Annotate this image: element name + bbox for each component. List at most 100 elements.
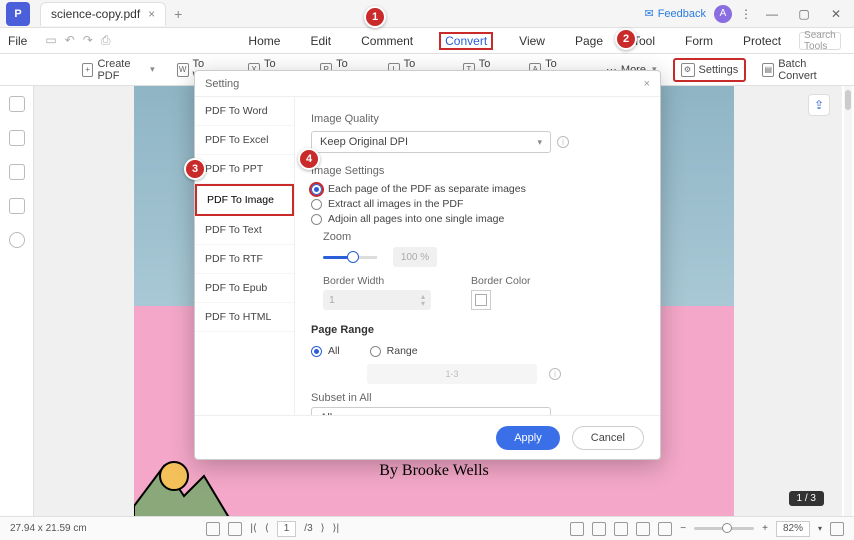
chevron-down-icon[interactable]: ▾	[818, 524, 822, 533]
left-rail	[0, 86, 34, 516]
create-pdf-label: Create PDF	[97, 58, 144, 82]
vertical-scrollbar[interactable]	[844, 86, 852, 516]
select-tool-icon[interactable]	[228, 522, 242, 536]
page-dimensions: 27.94 x 21.59 cm	[10, 523, 87, 534]
step-badge-4: 4	[298, 148, 320, 170]
hand-tool-icon[interactable]	[206, 522, 220, 536]
menu-view[interactable]: View	[515, 32, 549, 50]
menu-home[interactable]: Home	[244, 32, 284, 50]
file-menu[interactable]: File	[8, 34, 27, 48]
scrollbar-thumb[interactable]	[845, 90, 851, 110]
prev-page-button[interactable]: ⟨	[265, 523, 269, 534]
print-icon[interactable]: ⎙	[101, 33, 111, 48]
two-page-icon[interactable]	[636, 522, 650, 536]
menu-page[interactable]: Page	[571, 32, 607, 50]
image-quality-select[interactable]: Keep Original DPI ▾	[311, 131, 551, 153]
info-icon[interactable]: i	[557, 136, 569, 148]
minimize-button[interactable]: —	[760, 4, 784, 24]
share-button[interactable]: ⇪	[808, 94, 830, 116]
create-pdf-button[interactable]: +Create PDF▾	[76, 55, 161, 85]
document-tab[interactable]: science-copy.pdf ×	[40, 2, 166, 26]
attachments-icon[interactable]	[9, 164, 25, 180]
menu-edit[interactable]: Edit	[306, 32, 335, 50]
sidebar-pdf-to-html[interactable]: PDF To HTML	[195, 303, 294, 332]
radio-each-page[interactable]	[311, 184, 322, 195]
close-window-button[interactable]: ✕	[824, 4, 848, 24]
comments-icon[interactable]	[9, 198, 25, 214]
page-number-input[interactable]: 1	[277, 521, 297, 537]
radio-page-all[interactable]	[311, 346, 322, 357]
redo-icon[interactable]: ↷	[83, 33, 93, 48]
next-page-button[interactable]: ⟩	[321, 523, 325, 534]
sidebar-pdf-to-excel[interactable]: PDF To Excel	[195, 126, 294, 155]
main-menu: Home Edit Comment Convert View Page Tool…	[244, 32, 785, 50]
cancel-button[interactable]: Cancel	[572, 426, 644, 450]
chevron-down-icon: ▾	[537, 137, 542, 148]
batch-convert-button[interactable]: ▤Batch Convert	[756, 55, 842, 85]
step-badge-1: 1	[364, 6, 386, 28]
subset-select[interactable]: All pages ▾	[311, 407, 551, 415]
save-icon[interactable]: ▭	[45, 33, 56, 48]
opt-each-page-row[interactable]: Each page of the PDF as separate images	[311, 183, 644, 195]
menubar: File ▭ ↶ ↷ ⎙ Home Edit Comment Convert V…	[0, 28, 854, 54]
opt-extract-row[interactable]: Extract all images in the PDF	[311, 198, 644, 210]
fullscreen-icon[interactable]	[830, 522, 844, 536]
zoom-slider[interactable]	[323, 256, 377, 259]
continuous-icon[interactable]	[658, 522, 672, 536]
menu-comment[interactable]: Comment	[357, 32, 417, 50]
feedback-link[interactable]: ✉ Feedback	[644, 7, 706, 20]
zoom-value[interactable]: 100 %	[393, 247, 437, 267]
batch-convert-label: Batch Convert	[778, 58, 836, 82]
zoom-in-button[interactable]: +	[762, 523, 768, 534]
page-range-input[interactable]: 1-3	[367, 364, 537, 384]
border-color-picker[interactable]	[471, 290, 491, 310]
sidebar-pdf-to-ppt[interactable]: PDF To PPT	[195, 155, 294, 184]
border-width-input[interactable]: 1 ▴▾	[323, 290, 431, 310]
app-menu-icon[interactable]: ⋮	[740, 7, 752, 21]
radio-adjoin[interactable]	[311, 214, 322, 225]
settings-button[interactable]: ⚙Settings	[673, 58, 747, 82]
zoom-slider-status[interactable]	[694, 527, 754, 530]
search-rail-icon[interactable]	[9, 232, 25, 248]
menu-form[interactable]: Form	[681, 32, 717, 50]
feedback-label: Feedback	[658, 8, 706, 20]
sidebar-pdf-to-rtf[interactable]: PDF To RTF	[195, 245, 294, 274]
radio-extract[interactable]	[311, 199, 322, 210]
zoom-value-box[interactable]: 82%	[776, 521, 810, 537]
sidebar-pdf-to-text[interactable]: PDF To Text	[195, 216, 294, 245]
close-tab-icon[interactable]: ×	[148, 7, 155, 21]
info-icon[interactable]: i	[549, 368, 561, 380]
user-avatar[interactable]: A	[714, 5, 732, 23]
sidebar-pdf-to-word[interactable]: PDF To Word	[195, 97, 294, 126]
zoom-slider-thumb[interactable]	[347, 251, 359, 263]
maximize-button[interactable]: ▢	[792, 4, 816, 24]
zoom-slider-thumb[interactable]	[722, 523, 732, 533]
bookmarks-icon[interactable]	[9, 130, 25, 146]
opt-adjoin-row[interactable]: Adjoin all pages into one single image	[311, 213, 644, 225]
fit-width-icon[interactable]	[570, 522, 584, 536]
radio-page-range[interactable]	[370, 346, 381, 357]
menu-protect[interactable]: Protect	[739, 32, 785, 50]
apply-button[interactable]: Apply	[496, 426, 560, 450]
fit-page-icon[interactable]	[592, 522, 606, 536]
opt-each-page-label: Each page of the PDF as separate images	[328, 183, 526, 195]
page-range-all-row[interactable]: All	[311, 345, 340, 357]
first-page-button[interactable]: |⟨	[250, 523, 257, 534]
undo-icon[interactable]: ↶	[65, 33, 75, 48]
thumbnails-icon[interactable]	[9, 96, 25, 112]
sidebar-pdf-to-epub[interactable]: PDF To Epub	[195, 274, 294, 303]
sidebar-pdf-to-image[interactable]: PDF To Image	[195, 184, 294, 216]
create-pdf-icon: +	[82, 63, 94, 77]
page-range-range-label: Range	[387, 345, 418, 357]
dialog-close-button[interactable]: ×	[644, 78, 650, 90]
stepper-icon[interactable]: ▴▾	[421, 293, 425, 307]
new-tab-button[interactable]: +	[174, 6, 182, 22]
page-range-range-row[interactable]: Range	[370, 345, 418, 357]
search-tools-input[interactable]: Search Tools	[799, 32, 841, 50]
single-page-icon[interactable]	[614, 522, 628, 536]
zoom-out-button[interactable]: −	[680, 523, 686, 534]
menu-convert[interactable]: Convert	[439, 32, 493, 50]
last-page-button[interactable]: ⟩|	[333, 523, 340, 534]
image-settings-label: Image Settings	[311, 165, 644, 177]
border-width-label: Border Width	[323, 275, 431, 287]
